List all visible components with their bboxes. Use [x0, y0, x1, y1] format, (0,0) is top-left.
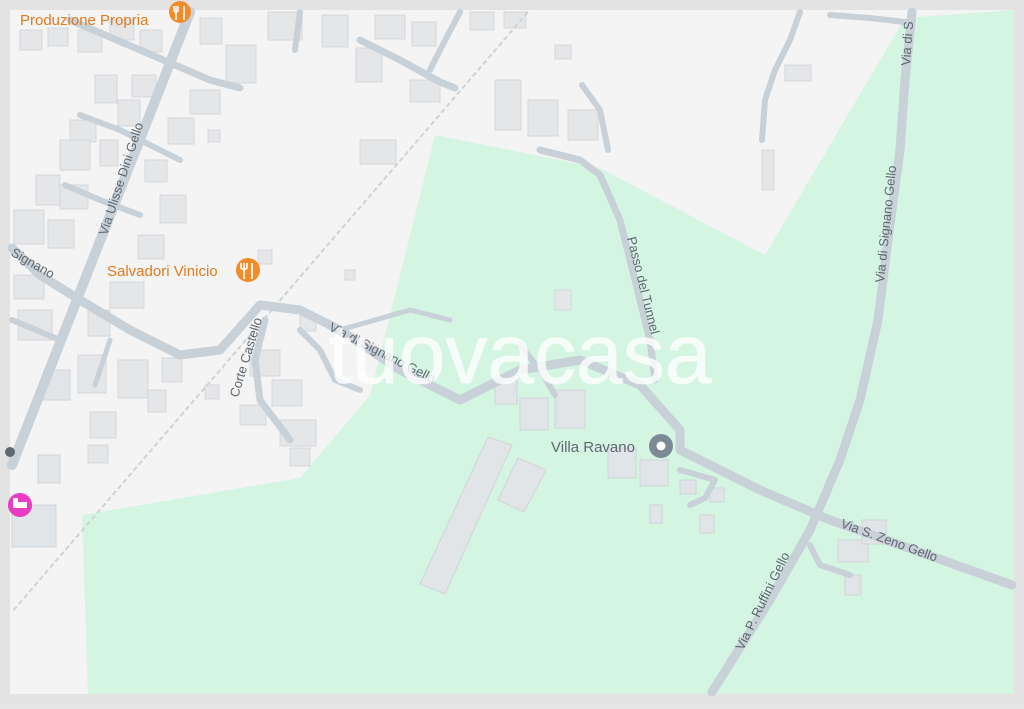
restaurant-icon — [236, 258, 260, 282]
poi-label-salvadori-vinicio: Salvadori Vinicio — [107, 263, 218, 280]
restaurant-icon — [169, 1, 191, 23]
watermark-text: tuovacasa — [329, 307, 712, 401]
edge-marker-icon — [5, 447, 15, 457]
map-frame[interactable]: Via Ulisse Dini Gello Signano Corte Cast… — [0, 0, 1024, 704]
map-canvas[interactable]: Via Ulisse Dini Gello Signano Corte Cast… — [0, 0, 1024, 704]
road-label-via-di-signano-gello-top: Via di S — [898, 20, 916, 66]
poi-label-villa-ravano: Villa Ravano — [551, 439, 635, 456]
poi-hotel[interactable] — [8, 493, 32, 517]
location-pin-icon — [649, 434, 673, 458]
poi-label-produzione-propria: Produzione Propria — [20, 12, 149, 29]
hotel-bed-icon — [8, 493, 32, 517]
